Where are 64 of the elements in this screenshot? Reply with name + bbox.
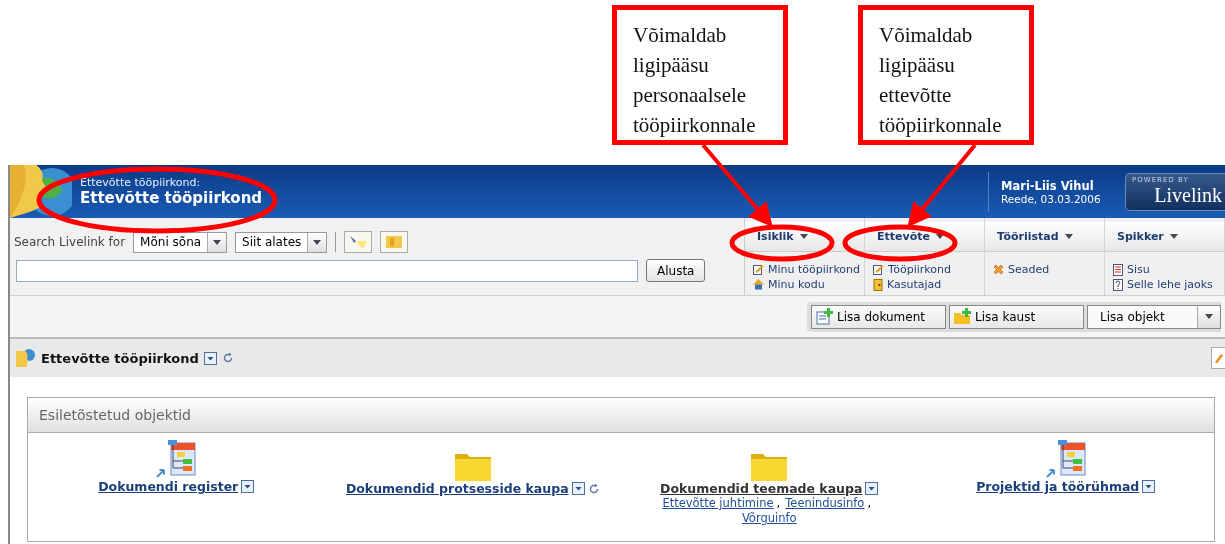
add-folder-icon [954,308,972,325]
start-button[interactable]: Alusta [646,259,706,282]
callout-text: Võimaldab ligipääsu ettevõtte tööpiirkonnale [858,5,1034,145]
menu-link[interactable]: Sisu [1105,262,1224,277]
caret-icon [799,234,808,239]
search-label: Search Livelink for [14,235,126,249]
menu-link[interactable]: Tööpiirkond [865,262,984,277]
menu-link[interactable]: Seaded [985,262,1104,277]
folder-icon [454,451,491,481]
house-icon [753,279,764,290]
menu-link[interactable]: Kasutajad [865,277,984,292]
edit-icon [753,264,764,275]
menu-tab[interactable]: Spikker [1105,222,1224,252]
workspace-title: Ettevõtte tööpiirkond [80,189,264,207]
topic-link[interactable]: Teenindusinfo [785,496,865,510]
folder-icon [751,451,788,481]
user-name: Mari-Liis Vihul [1001,178,1095,193]
caret-icon [313,239,322,245]
topic-link[interactable]: Võrguinfo [741,511,797,525]
dropdown-icon[interactable] [571,482,585,495]
register-icon [1044,439,1087,479]
workspace-icon [16,348,36,368]
door-icon [873,278,883,291]
add-document-icon [816,308,834,325]
topic-link[interactable]: Ettevõtte juhtimine [662,496,774,510]
dropdown-icon[interactable] [1142,480,1156,493]
workspace-heading: Ettevõtte tööpiirkond [41,350,199,366]
dropdown-icon[interactable] [865,482,879,495]
caret-icon [1205,314,1213,319]
caret-icon [935,234,944,239]
menu-link[interactable]: Selle lehe jaoks [1105,277,1224,292]
edit-pencil-icon[interactable] [1211,347,1225,369]
menu-link[interactable]: Minu kodu [745,277,864,292]
callout-text: Võimaldab ligipääsu personaalsele tööpiirkonnale [612,5,788,145]
caret-icon [213,239,222,245]
dropdown-icon[interactable] [203,351,217,365]
featured-link[interactable]: Dokumendid teemade kaupa [660,481,863,496]
featured-link[interactable]: Dokumendi register [98,479,239,494]
dropdown-icon[interactable] [241,480,255,493]
flashlight-icon [349,235,368,249]
featured-link[interactable]: Projektid ja töörühmad [976,479,1140,494]
featured-link[interactable]: Dokumendid protsesside kaupa [345,481,569,496]
menu-tab[interactable]: Tööriistad [985,222,1104,252]
refresh-icon[interactable] [221,352,234,364]
search-field[interactable] [16,259,638,282]
separator-text: , [776,496,781,510]
workspace-subtitle: Ettevõtte tööpiirkond: [80,176,202,189]
contents-icon [1113,263,1123,276]
edit-icon [873,264,884,275]
face-globe-logo [10,165,72,218]
caret-icon [1064,234,1073,239]
date-text: Reede, 03.03.2006 [1001,192,1102,205]
register-icon [155,439,198,479]
add-button[interactable]: Lisa dokument [811,304,946,329]
caret-icon [1169,234,1178,239]
separator-text: , [867,496,872,510]
refresh-icon[interactable] [587,482,600,495]
tools-icon [993,264,1004,275]
help-icon [1113,278,1123,291]
menu-link[interactable]: Minu tööpiirkond [745,262,864,277]
add-button[interactable]: Lisa kaust [949,304,1084,329]
add-object-select[interactable]: Lisa objekt [1087,304,1221,329]
scope-select[interactable]: Siit alates [235,231,328,253]
mode-select[interactable]: Mõni sõna [133,231,228,253]
